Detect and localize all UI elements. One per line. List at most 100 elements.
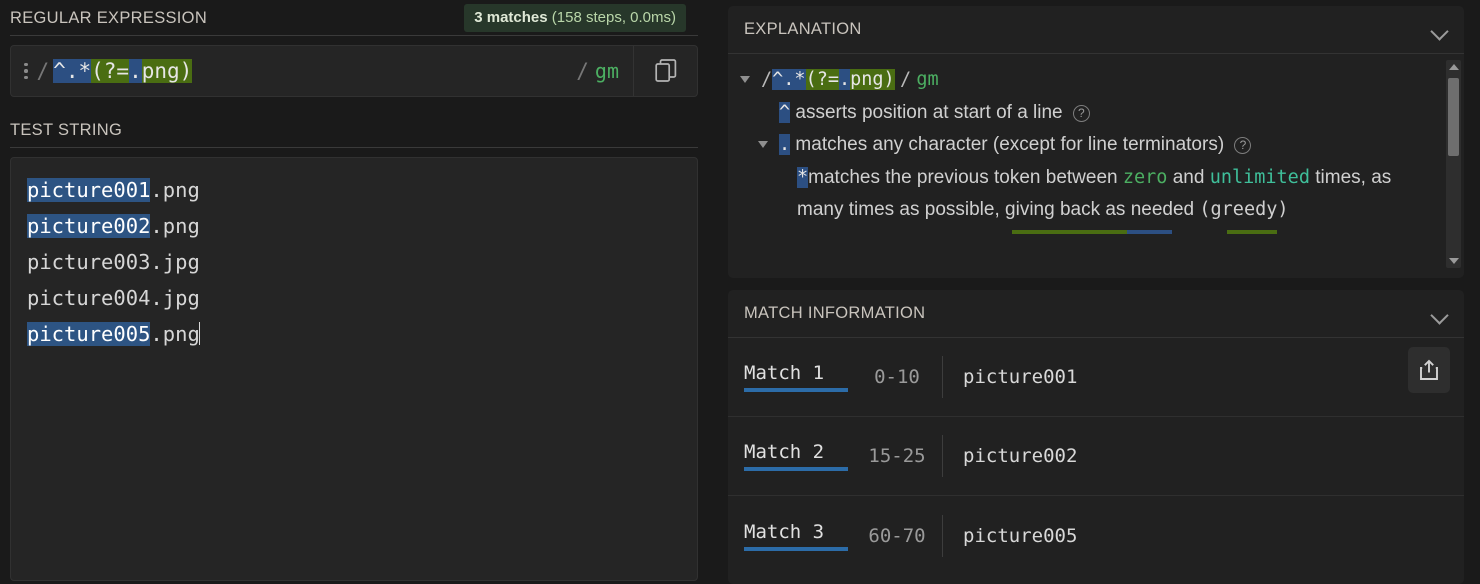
table-row[interactable]: Match 2 15-25 picture002 — [728, 417, 1464, 496]
regex-token-png: png — [141, 59, 180, 83]
test-string-header: TEST STRING — [10, 112, 698, 148]
match-list: Match 1 0-10 picture001 Match 2 15-25 pi… — [728, 338, 1464, 575]
match-range: 15-25 — [868, 445, 926, 467]
regex-bar-left: / — [11, 46, 49, 96]
match-stats-text: (158 steps, 0.0ms) — [551, 9, 676, 26]
match-range: 60-70 — [868, 524, 926, 547]
explanation-pattern-text: /^.*(?=.png) / gm — [761, 64, 939, 97]
regex-close-delimiter: / — [576, 58, 589, 83]
match-label: Match 1 — [744, 362, 848, 392]
drag-handle-icon[interactable] — [22, 60, 30, 83]
test-string-line: picture001.png — [27, 172, 681, 208]
test-match-highlight: picture001 — [27, 178, 151, 202]
scroll-down-arrow-icon[interactable] — [1446, 254, 1461, 268]
exp-flags: gm — [916, 69, 939, 90]
exp-row-unlimited: unlimited — [1209, 166, 1310, 188]
exp-row-text-part: matches the previous token between — [808, 166, 1123, 188]
regex-token-caret: ^ — [53, 59, 66, 83]
regex-token-lookahead-open: (?= — [91, 59, 130, 83]
test-line-text: picture003 — [27, 250, 151, 274]
explanation-content: /^.*(?=.png) / gm ^ asserts position at … — [728, 64, 1464, 249]
regex-token-lookahead-close: ) — [179, 59, 193, 83]
table-row[interactable]: Match 3 60-70 picture005 — [728, 496, 1464, 575]
explanation-clipped-row — [740, 227, 1434, 249]
clipped-token-blue — [1127, 229, 1172, 234]
row-separator — [942, 514, 943, 557]
exp-token-caret: ^ — [772, 69, 784, 90]
disclosure-triangle-icon[interactable] — [740, 64, 758, 83]
match-range: 0-10 — [874, 366, 920, 388]
explanation-body: /^.*(?=.png) / gm ^ asserts position at … — [728, 54, 1464, 278]
exp-row-zero: zero — [1122, 166, 1168, 188]
clipped-token-green — [1227, 229, 1277, 234]
exp-token-png: png — [850, 69, 884, 90]
help-icon[interactable]: ? — [1072, 104, 1090, 122]
right-column: EXPLANATION /^.*(?=.png) / gm ^ asserts … — [710, 0, 1480, 584]
test-line-rest: .png — [150, 322, 200, 346]
explanation-scrollbar[interactable] — [1446, 60, 1461, 268]
regular-expression-label: REGULAR EXPRESSION — [10, 8, 208, 27]
exp-token-lookahead-open: (?= — [805, 69, 839, 90]
test-string-line: picture002.png — [27, 208, 681, 244]
copy-icon — [654, 59, 676, 82]
regex-token-star: * — [78, 59, 92, 83]
explanation-row-dot: . matches any character (except for line… — [740, 129, 1434, 162]
regex-open-delimiter: / — [36, 58, 50, 83]
help-icon[interactable]: ? — [1234, 137, 1252, 154]
match-information-panel: MATCH INFORMATION Match 1 0-10 picture00… — [728, 290, 1464, 584]
match-count-badge: 3 matches (158 steps, 0.0ms) — [464, 4, 686, 32]
scroll-thumb[interactable] — [1448, 78, 1459, 156]
explanation-pattern-row: /^.*(?=.png) / gm — [740, 64, 1434, 97]
test-line-rest: .png — [150, 214, 200, 238]
match-value: picture001 — [963, 366, 1078, 388]
test-line-text: picture004 — [27, 286, 151, 310]
explanation-row-star: *matches the previous token between zero… — [740, 162, 1434, 227]
match-label: Match 2 — [744, 441, 848, 471]
regular-expression-header: REGULAR EXPRESSION 3 matches (158 steps,… — [10, 0, 698, 36]
exp-open-delimiter: / — [761, 69, 773, 90]
match-value: picture005 — [963, 524, 1078, 547]
match-label: Match 3 — [744, 521, 848, 551]
exp-close-delimiter: / — [899, 69, 912, 90]
match-value: picture002 — [963, 445, 1078, 467]
exp-row-token: * — [797, 166, 809, 188]
copy-regex-button[interactable] — [633, 46, 697, 96]
test-string-line: picture005.png — [27, 316, 681, 352]
explanation-header: EXPLANATION — [728, 6, 1464, 54]
exp-row-token: ^ — [779, 101, 791, 123]
test-match-highlight: picture005 — [27, 322, 151, 346]
chevron-down-icon[interactable] — [1430, 308, 1450, 320]
regex-flags[interactable]: gm — [595, 59, 619, 83]
exp-token-inner-dot: . — [838, 69, 851, 90]
table-row[interactable]: Match 1 0-10 picture001 — [728, 338, 1464, 417]
exp-row-text-part: and — [1167, 166, 1210, 188]
disclosure-triangle-icon[interactable] — [758, 129, 776, 148]
explanation-row-caret: ^ asserts position at start of a line ? — [740, 97, 1434, 130]
regex-flags-area[interactable]: / gm — [576, 46, 633, 96]
exp-row-text: asserts position at start of a line — [795, 101, 1063, 123]
match-information-title: MATCH INFORMATION — [744, 304, 926, 322]
match-count-text: 3 matches — [474, 9, 548, 26]
header-divider — [10, 35, 698, 36]
test-string-line: picture004.jpg — [27, 280, 681, 316]
regex-input-bar[interactable]: / ^. * (?=. png) / gm — [10, 45, 698, 97]
row-separator — [942, 356, 943, 398]
regex-tester-app: REGULAR EXPRESSION 3 matches (158 steps,… — [0, 0, 1480, 584]
row-separator — [942, 435, 943, 477]
chevron-down-icon[interactable] — [1430, 24, 1450, 36]
exp-token-dot: . — [783, 69, 795, 90]
test-header-divider — [10, 147, 698, 148]
scroll-up-arrow-icon[interactable] — [1446, 60, 1461, 74]
text-cursor — [198, 322, 201, 345]
test-line-rest: .png — [150, 178, 200, 202]
exp-token-lookahead-close: ) — [883, 69, 895, 90]
test-string-line: picture003.jpg — [27, 244, 681, 280]
exp-row-greedy: (greedy) — [1199, 199, 1289, 220]
test-line-rest: .jpg — [150, 286, 200, 310]
regex-input[interactable]: ^. * (?=. png) — [49, 46, 576, 96]
exp-row-text: matches any character (except for line t… — [795, 134, 1225, 155]
match-information-header: MATCH INFORMATION — [728, 290, 1464, 338]
test-string-input[interactable]: picture001.png picture002.png picture003… — [10, 157, 698, 581]
